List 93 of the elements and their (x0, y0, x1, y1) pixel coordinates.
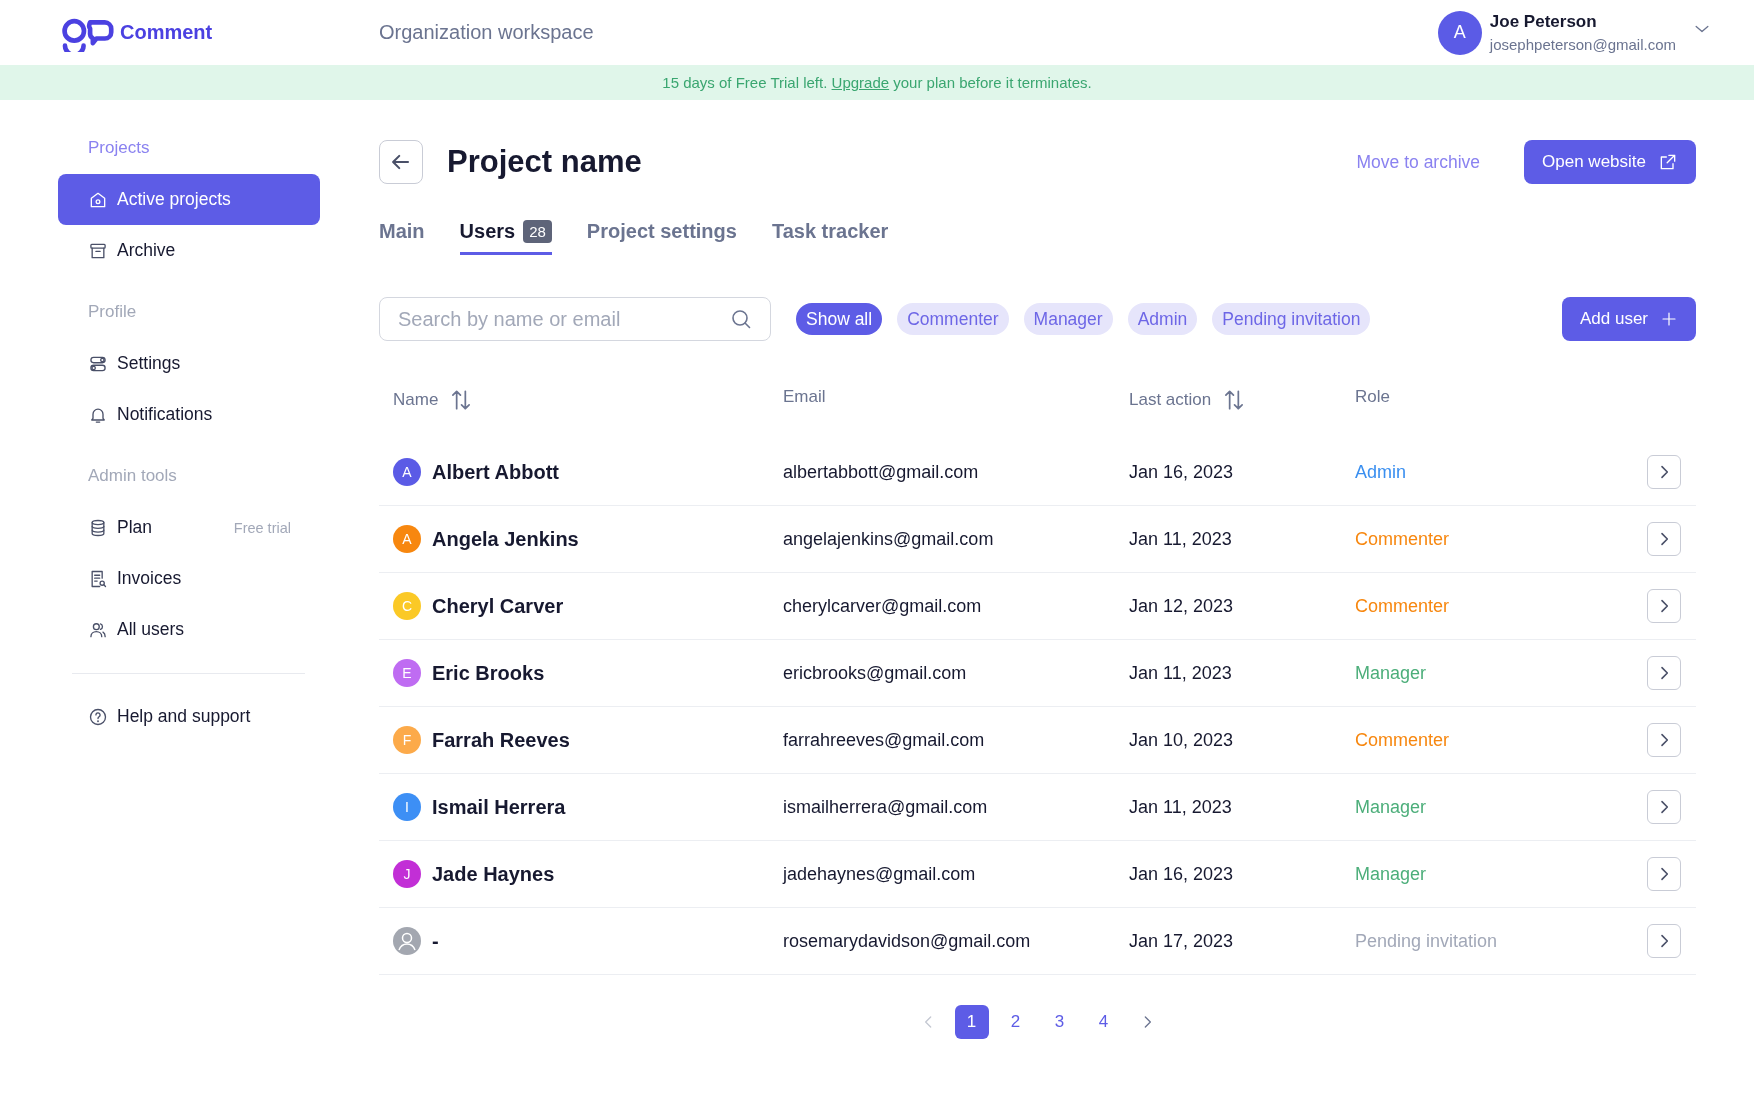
filter-chip[interactable]: Pending invitation (1212, 303, 1371, 335)
user-name: Angela Jenkins (432, 527, 579, 551)
filter-chip[interactable]: Admin (1127, 303, 1198, 335)
date-cell: Jan 11, 2023 (1129, 796, 1232, 818)
email-cell: angelajenkins@gmail.com (783, 528, 994, 550)
sidebar-item[interactable]: Help and support (58, 691, 320, 742)
user-name: Farrah Reeves (432, 728, 570, 752)
search-icon (729, 307, 753, 331)
user-name: Ismail Herrera (432, 795, 566, 819)
email-cell: albertabbott@gmail.com (783, 461, 979, 483)
move-to-archive-link[interactable]: Move to archive (1356, 151, 1481, 173)
chevron-right-icon[interactable] (1647, 589, 1681, 623)
role-label: Manager (1355, 863, 1427, 885)
add-user-button[interactable]: Add user (1561, 297, 1696, 341)
user-avatar: A (393, 525, 421, 553)
upgrade-link[interactable]: Upgrade (831, 74, 890, 91)
section-heading: Profile (87, 302, 138, 322)
count-badge: 28 (523, 219, 552, 243)
help-icon (88, 706, 108, 727)
page-button[interactable]: 3 (1042, 1005, 1077, 1039)
user-avatar[interactable]: A (1437, 10, 1482, 55)
date-cell: Jan 11, 2023 (1129, 528, 1232, 550)
role-label: Commenter (1355, 595, 1450, 617)
user-name: Eric Brooks (432, 661, 545, 685)
chevron-right-icon[interactable] (1647, 790, 1681, 824)
open-website-button[interactable]: Open website (1524, 140, 1696, 184)
chevron-right-icon[interactable] (1647, 455, 1681, 489)
plus-icon (1660, 310, 1678, 328)
tab[interactable]: Project settings (586, 210, 737, 255)
plan-note: Free trial (233, 519, 291, 536)
trial-notice: 15 days of Free Trial left. Upgrade your plan before it terminates. (662, 74, 1092, 91)
column-header: Email (783, 387, 826, 407)
section-heading: Admin tools (87, 466, 178, 486)
column-header[interactable]: Name (393, 390, 439, 410)
sidebar-item[interactable]: Settings (58, 338, 320, 389)
chevron-right-icon[interactable] (1647, 924, 1681, 958)
column-header[interactable]: Last action (1129, 390, 1212, 410)
sidebar-item[interactable]: Notifications (58, 389, 320, 440)
section-heading: Projects (87, 138, 151, 158)
email-cell: ismailherrera@gmail.com (783, 796, 988, 818)
date-cell: Jan 17, 2023 (1129, 930, 1234, 952)
filter-chip[interactable]: Manager (1023, 303, 1113, 335)
role-label: Manager (1355, 796, 1427, 818)
tab[interactable]: Task tracker (771, 210, 889, 255)
user-avatar: A (393, 458, 421, 486)
date-cell: Jan 16, 2023 (1129, 863, 1234, 885)
chevron-right-icon[interactable] (1647, 723, 1681, 757)
date-cell: Jan 16, 2023 (1129, 461, 1234, 483)
tab[interactable]: Main (379, 210, 425, 255)
chevron-right-icon[interactable] (1647, 656, 1681, 690)
logo-text[interactable]: Comment (120, 21, 213, 44)
chevron-right-icon[interactable] (1647, 857, 1681, 891)
date-cell: Jan 12, 2023 (1129, 595, 1234, 617)
sidebar-item[interactable]: Active projects (58, 174, 320, 225)
date-cell: Jan 11, 2023 (1129, 662, 1232, 684)
sidebar-item[interactable]: Invoices (58, 553, 320, 604)
user-avatar: I (393, 793, 421, 821)
role-label: Manager (1355, 662, 1427, 684)
role-label: Commenter (1355, 528, 1450, 550)
chevron-right-icon[interactable] (1647, 522, 1681, 556)
email-cell: farrahreeves@gmail.com (783, 729, 985, 751)
page-title: Project name (447, 144, 642, 180)
external-link-icon (1658, 152, 1678, 172)
date-cell: Jan 10, 2023 (1129, 729, 1234, 751)
page-button[interactable]: 1 (954, 1005, 989, 1039)
role-label: Pending invitation (1355, 930, 1498, 952)
email-cell: jadehaynes@gmail.com (783, 863, 976, 885)
user-name: Jade Haynes (432, 862, 555, 886)
user-name: - (432, 929, 439, 953)
filter-chip[interactable]: Commenter (897, 303, 1009, 335)
user-avatar: F (393, 726, 421, 754)
user-avatar: C (393, 592, 421, 620)
user-avatar: J (393, 860, 421, 888)
user-name: Joe Peterson (1489, 12, 1598, 32)
email-cell: rosemarydavidson@gmail.com (783, 930, 1031, 952)
sidebar-item[interactable]: Plan (58, 502, 234, 553)
user-email: josephpeterson@gmail.com (1489, 36, 1676, 53)
email-cell: cherylcarver@gmail.com (783, 595, 982, 617)
filter-chip[interactable]: Show all (796, 303, 883, 335)
search-field[interactable]: Search by name or email (379, 297, 771, 341)
column-header: Role (1355, 387, 1390, 407)
page-button[interactable]: 2 (998, 1005, 1033, 1039)
sidebar-item[interactable]: All users (58, 604, 320, 655)
user-name: Cheryl Carver (432, 594, 564, 618)
role-label: Commenter (1355, 729, 1450, 751)
email-cell: ericbrooks@gmail.com (783, 662, 967, 684)
user-avatar: E (393, 659, 421, 687)
role-label: Admin (1355, 461, 1407, 483)
tab[interactable]: Users 28 (459, 210, 552, 255)
user-name: Albert Abbott (432, 460, 559, 484)
sidebar-item[interactable]: Archive (58, 225, 320, 276)
page-button[interactable]: 4 (1086, 1005, 1121, 1039)
workspace-title: Organization workspace (379, 21, 595, 44)
